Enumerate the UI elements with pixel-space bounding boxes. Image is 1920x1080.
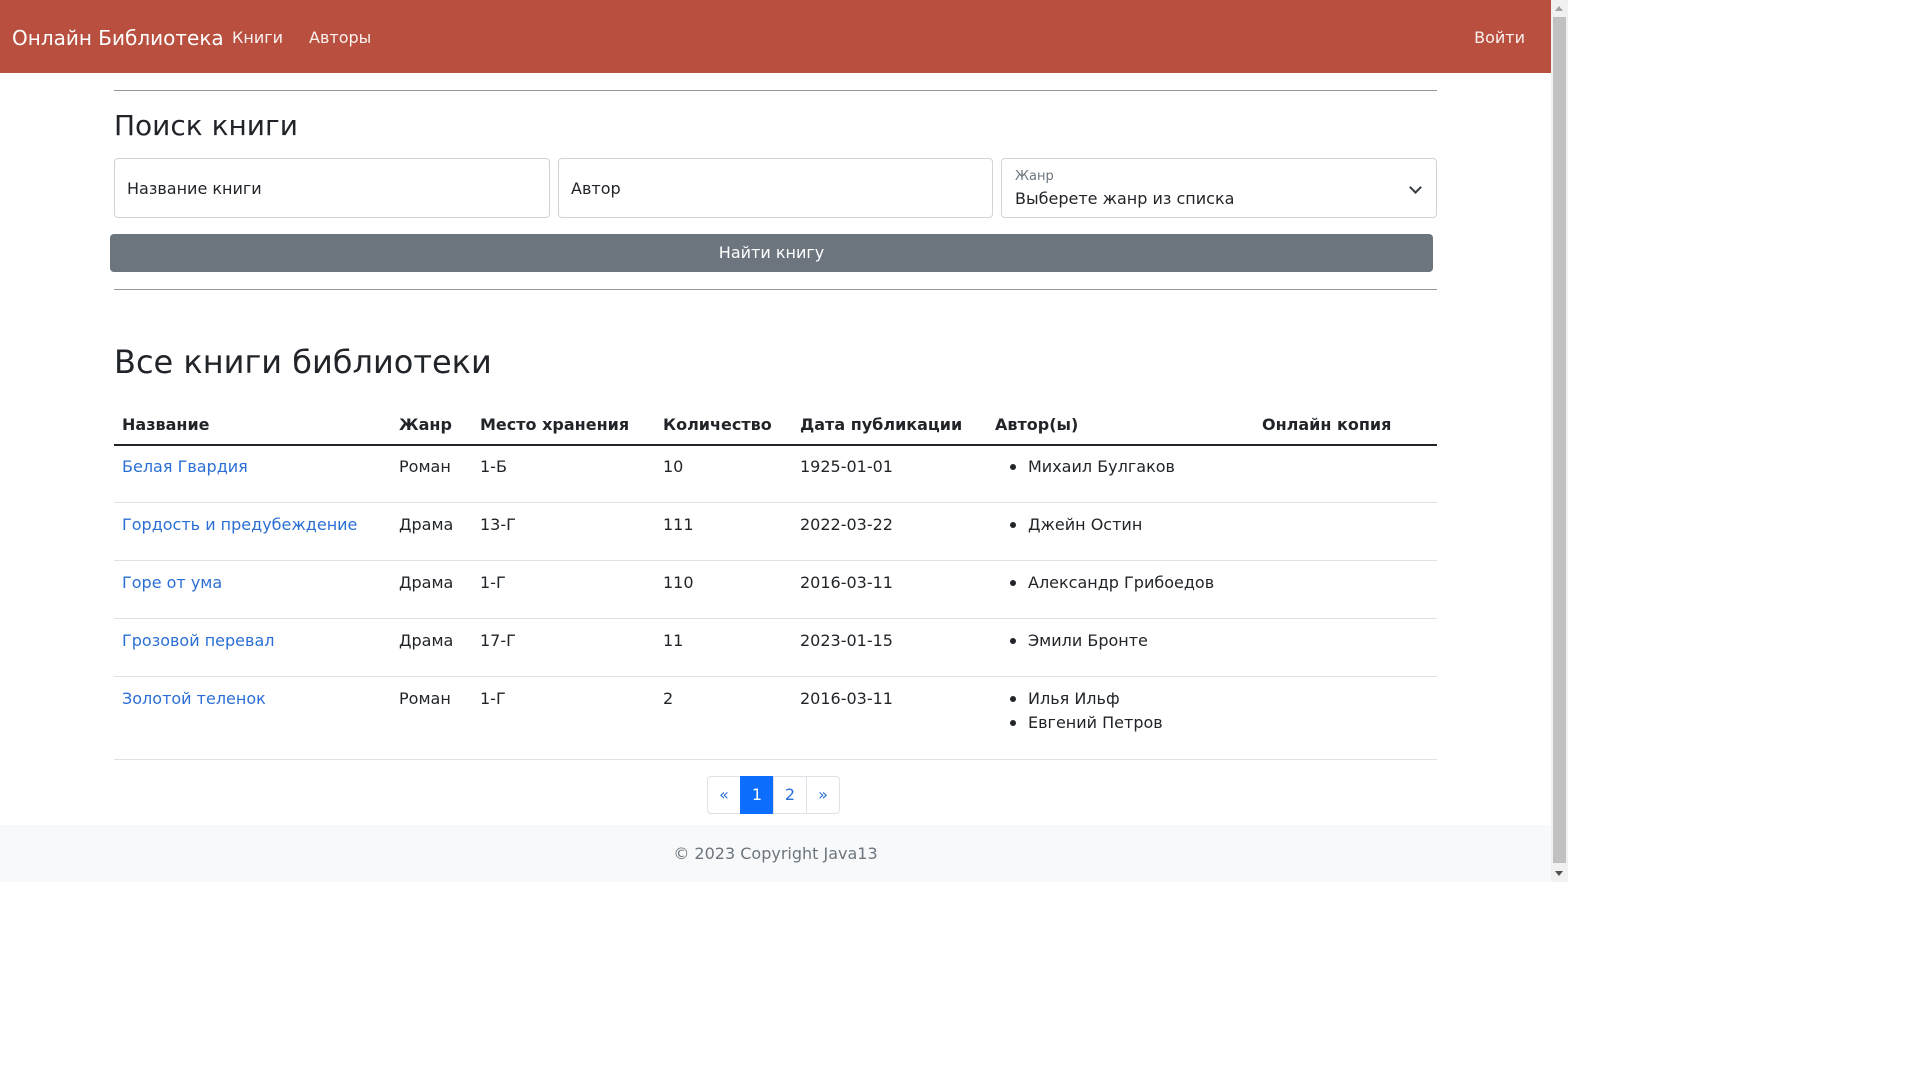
column-header-date: Дата публикации xyxy=(800,415,963,434)
column-header-place: Место хранения xyxy=(480,415,630,434)
book-title-link[interactable]: Горе от ума xyxy=(122,572,222,594)
book-title-link[interactable]: Золотой теленок xyxy=(122,688,266,710)
book-title-field[interactable] xyxy=(114,158,550,218)
book-title-link[interactable]: Гордость и предубеждение xyxy=(122,514,357,536)
nav-books-link[interactable]: Книги xyxy=(232,27,283,49)
book-count: 111 xyxy=(663,515,694,534)
search-title: Поиск книги xyxy=(114,109,298,142)
book-place: 17-Г xyxy=(480,631,516,650)
bullet-icon xyxy=(1010,696,1016,702)
book-title-link[interactable]: Белая Гвардия xyxy=(122,456,248,478)
book-date: 2022-03-22 xyxy=(800,515,893,534)
scroll-up-arrow-icon[interactable] xyxy=(1551,0,1568,17)
author-input[interactable] xyxy=(559,159,992,217)
bullet-icon xyxy=(1010,464,1016,470)
book-author: Евгений Петров xyxy=(1028,713,1163,732)
pagination-next-button[interactable]: » xyxy=(806,776,840,814)
footer: © 2023 Copyright Java13 xyxy=(0,825,1551,882)
book-author: Александр Грибоедов xyxy=(1028,573,1215,592)
books-title: Все книги библиотеки xyxy=(114,343,492,381)
book-genre: Роман xyxy=(399,689,451,708)
genre-label: Жанр xyxy=(1015,169,1054,184)
navbar: Онлайн Библиотека Книги Авторы Войти xyxy=(0,0,1551,73)
book-date: 2016-03-11 xyxy=(800,689,893,708)
find-book-button[interactable]: Найти книгу xyxy=(110,234,1433,272)
genre-selected-value: Выберете жанр из списка xyxy=(1015,189,1235,208)
book-genre: Драма xyxy=(399,631,454,650)
column-header-name: Название xyxy=(122,415,210,434)
row-divider xyxy=(114,759,1437,760)
content-area: Онлайн Библиотека Книги Авторы Войти Пои… xyxy=(0,0,1551,882)
column-header-count: Количество xyxy=(663,415,772,434)
chevron-down-icon xyxy=(1410,183,1420,193)
book-author: Илья Ильф xyxy=(1028,689,1120,708)
book-place: 1-Г xyxy=(480,689,506,708)
pagination: « 1 2 » xyxy=(707,776,840,814)
book-count: 10 xyxy=(663,457,684,476)
book-title-input[interactable] xyxy=(115,159,549,217)
book-place: 1-Б xyxy=(480,457,507,476)
book-date: 2023-01-15 xyxy=(800,631,893,650)
divider-bottom xyxy=(114,289,1437,290)
column-header-genre: Жанр xyxy=(399,415,452,434)
genre-select[interactable]: Жанр Выберете жанр из списка xyxy=(1001,158,1437,218)
book-genre: Драма xyxy=(399,573,454,592)
book-title-link[interactable]: Грозовой перевал xyxy=(122,630,274,652)
book-date: 1925-01-01 xyxy=(800,457,893,476)
book-author: Эмили Бронте xyxy=(1028,631,1148,650)
row-divider xyxy=(114,502,1437,503)
book-count: 11 xyxy=(663,631,684,650)
page: Онлайн Библиотека Книги Авторы Войти Пои… xyxy=(0,0,1568,882)
book-date: 2016-03-11 xyxy=(800,573,893,592)
nav-authors-link[interactable]: Авторы xyxy=(309,27,371,49)
book-author: Михаил Булгаков xyxy=(1028,457,1175,476)
bullet-icon xyxy=(1010,638,1016,644)
book-count: 2 xyxy=(663,689,674,708)
copyright-text: © 2023 Copyright Java13 xyxy=(673,844,878,863)
table-header-divider xyxy=(114,444,1437,446)
scroll-down-arrow-icon[interactable] xyxy=(1551,865,1568,882)
row-divider xyxy=(114,560,1437,561)
pagination-prev-button[interactable]: « xyxy=(707,776,741,814)
book-genre: Драма xyxy=(399,515,454,534)
book-place: 13-Г xyxy=(480,515,516,534)
bullet-icon xyxy=(1010,580,1016,586)
book-place: 1-Г xyxy=(480,573,506,592)
pagination-page-2[interactable]: 2 xyxy=(773,776,807,814)
bullet-icon xyxy=(1010,720,1016,726)
author-field[interactable] xyxy=(558,158,993,218)
divider-top xyxy=(114,90,1437,91)
pagination-page-1[interactable]: 1 xyxy=(740,776,774,814)
vertical-scrollbar[interactable] xyxy=(1551,0,1568,882)
book-count: 110 xyxy=(663,573,694,592)
scrollbar-thumb[interactable] xyxy=(1553,17,1566,863)
brand-link[interactable]: Онлайн Библиотека xyxy=(12,24,224,52)
book-author: Джейн Остин xyxy=(1028,515,1143,534)
bullet-icon xyxy=(1010,522,1016,528)
row-divider xyxy=(114,676,1437,677)
column-header-online: Онлайн копия xyxy=(1262,415,1392,434)
login-link[interactable]: Войти xyxy=(1474,27,1525,49)
column-header-authors: Автор(ы) xyxy=(995,415,1079,434)
book-genre: Роман xyxy=(399,457,451,476)
row-divider xyxy=(114,618,1437,619)
